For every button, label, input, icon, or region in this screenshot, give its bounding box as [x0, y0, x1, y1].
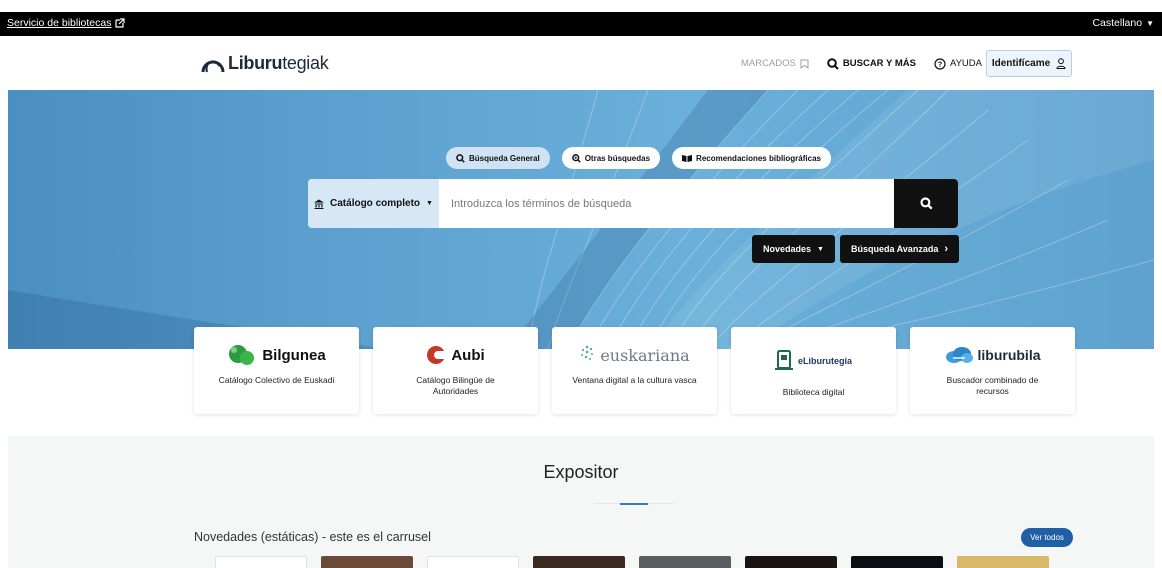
help-icon: ?: [934, 57, 946, 70]
identify-button[interactable]: Identifícame: [986, 50, 1072, 77]
user-icon: [1056, 58, 1066, 69]
bilgunea-logo-icon: [229, 345, 255, 365]
see-all-label: Ver todos: [1030, 533, 1064, 542]
card-euskariana[interactable]: euskariana Ventana digital a la cultura …: [552, 327, 717, 414]
card-description: Catálogo Bilingüe de Autoridades: [416, 375, 495, 396]
tab-otras-busquedas[interactable]: Otras búsquedas: [561, 147, 661, 169]
main-nav: MARCADOS BUSCAR Y MÁS ? AYUDA: [741, 50, 982, 77]
carousel-title: Novedades (estáticas) - este es el carru…: [194, 530, 431, 544]
site-logo[interactable]: Liburu tegiak: [200, 52, 329, 74]
catalog-select-label: Catálogo completo: [330, 198, 421, 209]
card-brand-label: Aubi: [451, 346, 485, 364]
card-brand: eLiburutegia: [731, 349, 896, 373]
card-brand: Bilgunea: [194, 343, 359, 367]
aubi-logo-icon: [427, 346, 447, 364]
nav-marcados-label: MARCADOS: [741, 58, 796, 69]
card-brand-label: Bilgunea: [262, 346, 326, 364]
chevron-right-icon: ›: [944, 243, 948, 255]
logo-arc-icon: [201, 60, 225, 73]
euskariana-logo-icon: [581, 345, 594, 360]
liburubila-logo-icon: [945, 347, 973, 363]
tab-label: Otras búsquedas: [584, 153, 651, 163]
card-description: Catálogo Colectivo de Euskadi: [218, 375, 335, 385]
caret-down-icon: ▼: [817, 245, 824, 253]
tab-busqueda-general[interactable]: Búsqueda General: [446, 147, 550, 169]
tab-label: Búsqueda General: [469, 153, 540, 163]
identify-label: Identifícame: [991, 58, 1051, 69]
advanced-search-button[interactable]: Búsqueda Avanzada ›: [839, 235, 959, 263]
svg-text:?: ?: [938, 59, 943, 68]
search-plus-icon: [571, 153, 581, 163]
eliburutegia-logo-icon: [774, 350, 793, 370]
resource-cards: Bilgunea Catálogo Colectivo de Euskadi A…: [194, 327, 1075, 414]
service-link-label: Servicio de bibliotecas: [7, 17, 112, 29]
nav-ayuda[interactable]: ? AYUDA: [934, 57, 982, 70]
card-aubi[interactable]: Aubi Catálogo Bilingüe de Autoridades: [373, 327, 538, 414]
see-all-button[interactable]: Ver todos: [1021, 528, 1073, 547]
language-label: Castellano: [1092, 17, 1143, 29]
search-input[interactable]: [439, 179, 894, 228]
book-cover[interactable]: [427, 556, 519, 568]
card-brand: Aubi: [373, 343, 538, 367]
language-select[interactable]: Castellano ▼: [1092, 17, 1154, 29]
card-eliburutegia[interactable]: eLiburutegia Biblioteca digital: [731, 327, 896, 414]
logo-text-light: tegiak: [282, 52, 329, 73]
search-extra-buttons: Novedades ▼ Búsqueda Avanzada ›: [752, 235, 959, 263]
tab-label: Recomendaciones bibliográficas: [696, 153, 821, 163]
card-description: Ventana digital a la cultura vasca: [572, 375, 697, 385]
search-type-tabs: Búsqueda General Otras búsquedas Recomen…: [446, 147, 831, 169]
card-description: Biblioteca digital: [782, 387, 845, 397]
card-bilgunea[interactable]: Bilgunea Catálogo Colectivo de Euskadi: [194, 327, 359, 414]
caret-down-icon: ▼: [426, 200, 433, 207]
institution-icon: [314, 199, 325, 209]
external-link-icon: [115, 18, 126, 28]
nav-marcados[interactable]: MARCADOS: [741, 58, 809, 69]
card-brand: liburubila: [910, 343, 1075, 367]
search-bar: Catálogo completo ▼: [308, 179, 958, 228]
caret-down-icon: ▼: [1146, 18, 1154, 28]
book-cover[interactable]: [745, 556, 837, 568]
card-brand-label: euskariana: [600, 345, 690, 365]
book-open-icon: [682, 155, 693, 162]
card-description: Buscador combinado de recursos: [946, 375, 1039, 396]
catalog-select[interactable]: Catálogo completo ▼: [308, 179, 439, 228]
book-cover[interactable]: [533, 556, 625, 568]
book-carousel: [215, 556, 1049, 568]
tab-recomendaciones[interactable]: Recomendaciones bibliográficas: [672, 147, 831, 169]
title-accent-line: [620, 503, 648, 505]
expositor-section: [8, 436, 1154, 568]
top-bar: Servicio de bibliotecas Castellano ▼: [0, 12, 1162, 36]
card-brand-label: eLiburutegia: [797, 356, 852, 366]
book-cover[interactable]: [321, 556, 413, 568]
search-icon: [919, 197, 933, 210]
book-cover[interactable]: [851, 556, 943, 568]
nav-buscar-label: BUSCAR Y MÁS: [842, 58, 916, 69]
novedades-label: Novedades: [763, 244, 812, 254]
book-cover[interactable]: [215, 556, 307, 568]
advanced-search-label: Búsqueda Avanzada: [850, 244, 939, 254]
novedades-button[interactable]: Novedades ▼: [752, 235, 835, 263]
search-icon: [827, 57, 839, 70]
bookmark-icon: [800, 59, 809, 69]
card-brand-label: liburubila: [977, 347, 1041, 363]
card-liburubila[interactable]: liburubila Buscador combinado de recurso…: [910, 327, 1075, 414]
card-brand: euskariana: [552, 343, 717, 367]
logo-text-bold: Liburu: [228, 52, 283, 73]
service-link[interactable]: Servicio de bibliotecas: [7, 17, 126, 29]
expositor-title: Expositor: [543, 462, 619, 482]
nav-ayuda-label: AYUDA: [949, 58, 982, 69]
book-cover[interactable]: [957, 556, 1049, 568]
nav-buscar[interactable]: BUSCAR Y MÁS: [827, 57, 916, 70]
book-cover[interactable]: [639, 556, 731, 568]
search-submit-button[interactable]: [894, 179, 958, 228]
search-icon: [456, 153, 465, 163]
